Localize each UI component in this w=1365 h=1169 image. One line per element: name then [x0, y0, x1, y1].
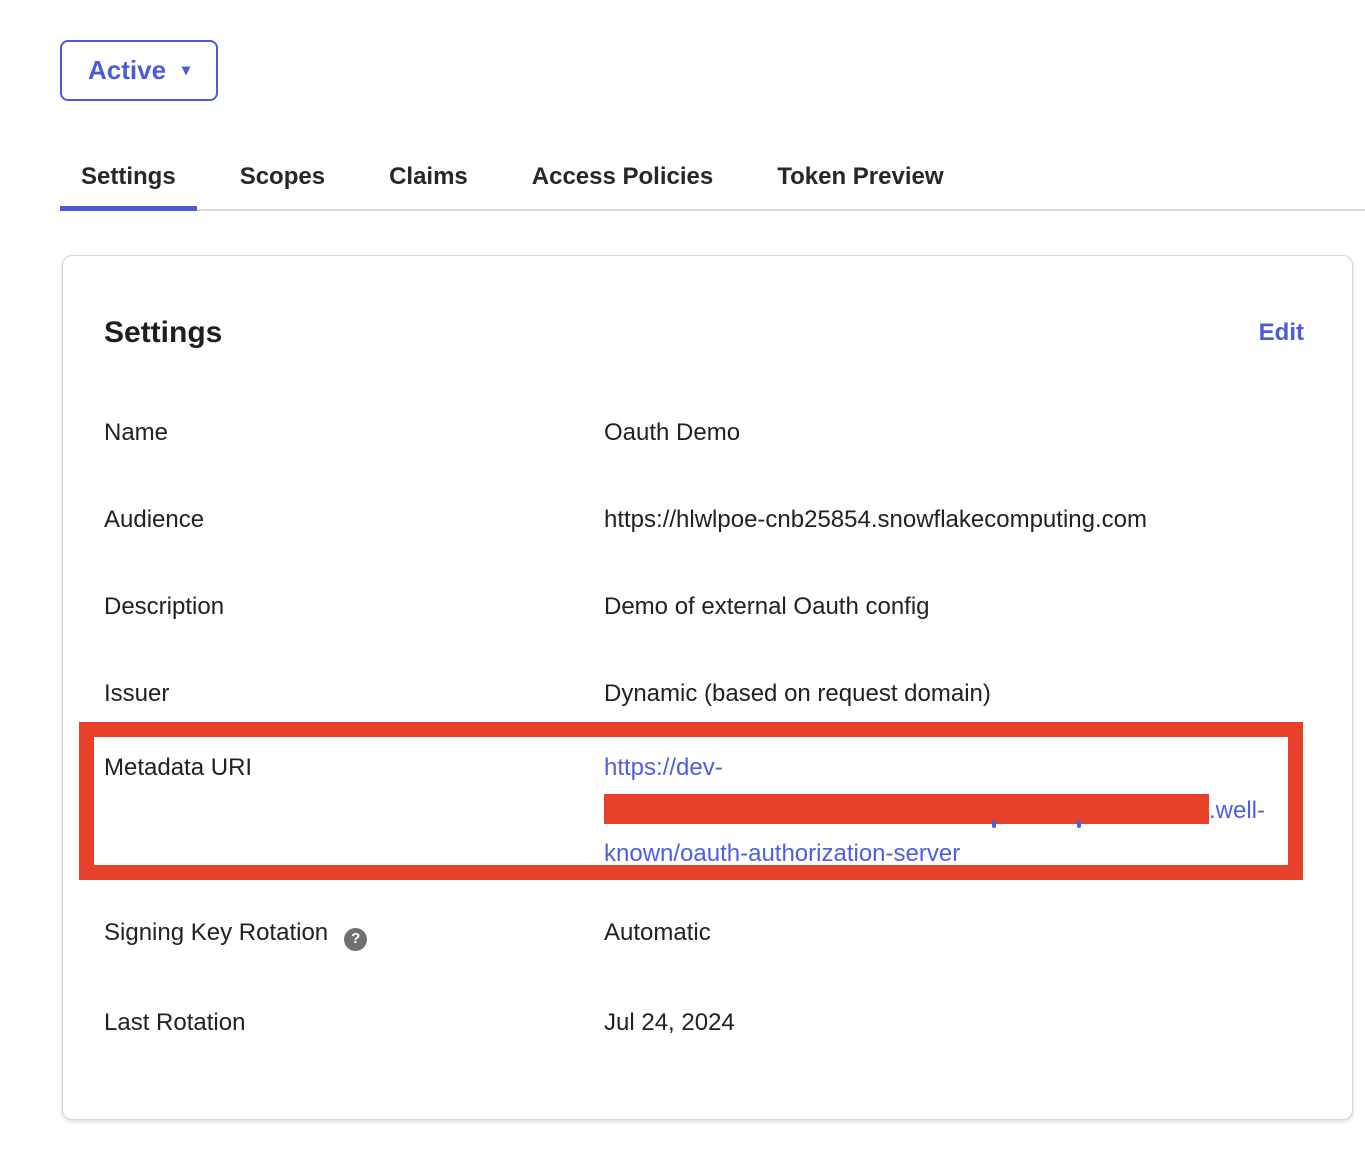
metadata-uri-line2[interactable]: .well- [604, 789, 1304, 832]
status-dropdown-button[interactable]: Active ▾ [60, 40, 218, 101]
caret-down-icon: ▾ [182, 63, 190, 79]
redacted-text-remnant [992, 820, 996, 828]
field-label: Description [104, 592, 604, 622]
status-label: Active [88, 55, 166, 86]
field-row-audience: Audience https://hlwlpoe-cnb25854.snowfl… [104, 505, 1304, 535]
metadata-uri-line1[interactable]: https://dev- [604, 746, 1304, 789]
tab-label: Scopes [240, 163, 325, 190]
authorization-server-page: Active ▾ Settings Scopes Claims Access P… [0, 0, 1365, 1169]
field-row-metadata-uri: Metadata URI https://dev- .well- known/o… [104, 746, 1304, 875]
field-row-last-rotation: Last Rotation Jul 24, 2024 [104, 1008, 1304, 1038]
help-icon[interactable]: ? [344, 928, 367, 951]
panel-title: Settings [104, 314, 222, 352]
field-label: Last Rotation [104, 1008, 604, 1038]
settings-panel: Settings Edit Name Oauth Demo Audience h… [62, 255, 1353, 1120]
field-label: Signing Key Rotation [104, 919, 328, 946]
field-label: Name [104, 418, 604, 448]
tab-settings[interactable]: Settings [60, 162, 197, 209]
metadata-uri-link[interactable]: https://dev- .well- known/oauth-authoriz… [604, 746, 1304, 875]
field-row-description: Description Demo of external Oauth confi… [104, 592, 1304, 622]
tab-bar: Settings Scopes Claims Access Policies T… [60, 162, 1365, 211]
tab-label: Token Preview [777, 163, 943, 190]
field-value: https://hlwlpoe-cnb25854.snowflakecomput… [604, 505, 1304, 535]
redaction-bar [604, 794, 1209, 824]
field-label: Issuer [104, 679, 604, 709]
field-value: Oauth Demo [604, 418, 1304, 448]
metadata-uri-line3[interactable]: known/oauth-authorization-server [604, 832, 1304, 875]
field-row-signing-key-rotation: Signing Key Rotation? Automatic [104, 918, 1304, 951]
tab-claims[interactable]: Claims [368, 162, 489, 209]
tab-access-policies[interactable]: Access Policies [511, 162, 734, 209]
panel-header: Settings Edit [104, 314, 1304, 352]
metadata-uri-line2-suffix[interactable]: .well- [1209, 797, 1265, 824]
redacted-text-remnant [1077, 820, 1081, 828]
tab-token-preview[interactable]: Token Preview [756, 162, 964, 209]
field-value: Demo of external Oauth config [604, 592, 1304, 622]
field-value: Automatic [604, 918, 1304, 951]
tab-scopes[interactable]: Scopes [219, 162, 346, 209]
field-row-name: Name Oauth Demo [104, 418, 1304, 448]
field-value: Dynamic (based on request domain) [604, 679, 1304, 709]
field-value: Jul 24, 2024 [604, 1008, 1304, 1038]
edit-link[interactable]: Edit [1259, 314, 1304, 352]
tab-label: Settings [81, 163, 176, 190]
field-row-issuer: Issuer Dynamic (based on request domain) [104, 679, 1304, 709]
tab-label: Claims [389, 163, 468, 190]
field-label: Audience [104, 505, 604, 535]
field-label: Metadata URI [104, 746, 604, 875]
tab-label: Access Policies [532, 163, 713, 190]
